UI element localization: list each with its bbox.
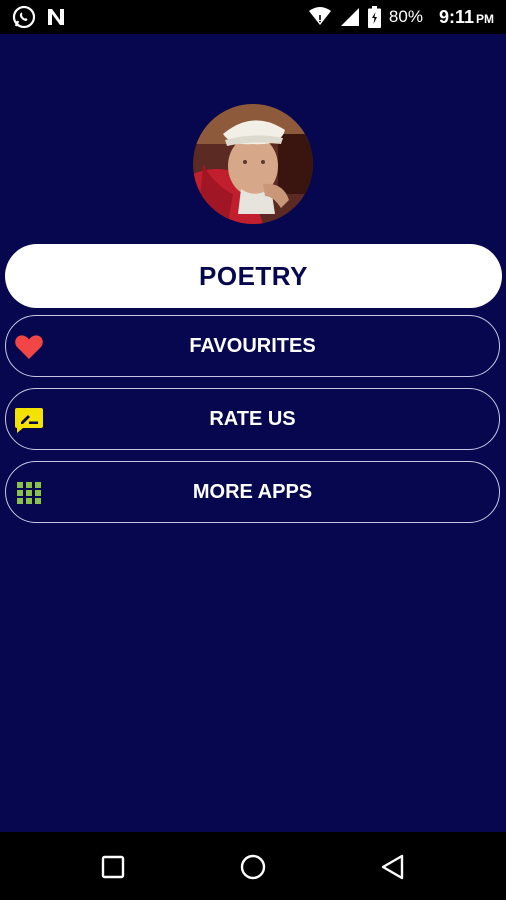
rate-us-button[interactable]: RATE US [5, 388, 500, 450]
recent-apps-icon[interactable] [98, 852, 128, 882]
notification-n-icon [48, 9, 64, 25]
navigation-bar [0, 832, 506, 900]
favourites-button[interactable]: FAVOURITES [5, 315, 500, 377]
whatsapp-icon [12, 5, 36, 29]
home-icon[interactable] [238, 852, 268, 882]
poetry-button[interactable]: POETRY [5, 244, 502, 308]
favourites-label: FAVOURITES [189, 334, 316, 357]
back-icon[interactable] [378, 852, 408, 882]
clock-ampm: PM [476, 11, 494, 26]
more-apps-button[interactable]: MORE APPS [5, 461, 500, 523]
wifi-icon [308, 7, 331, 25]
signal-icon [340, 8, 359, 26]
poet-avatar [193, 104, 313, 224]
rate-us-label: RATE US [209, 407, 296, 430]
rate-icon [15, 408, 43, 433]
more-apps-label: MORE APPS [192, 480, 313, 503]
battery-icon [367, 6, 381, 28]
clock-time: 9:11 [438, 6, 474, 27]
grid-icon [17, 482, 41, 504]
heart-icon [15, 335, 43, 359]
battery-percent: 80% [388, 7, 423, 26]
status-bar: 80% 9:11 PM [0, 0, 506, 34]
main-screen: POETRY FAVOURITES RATE US MORE APPS [0, 34, 506, 832]
